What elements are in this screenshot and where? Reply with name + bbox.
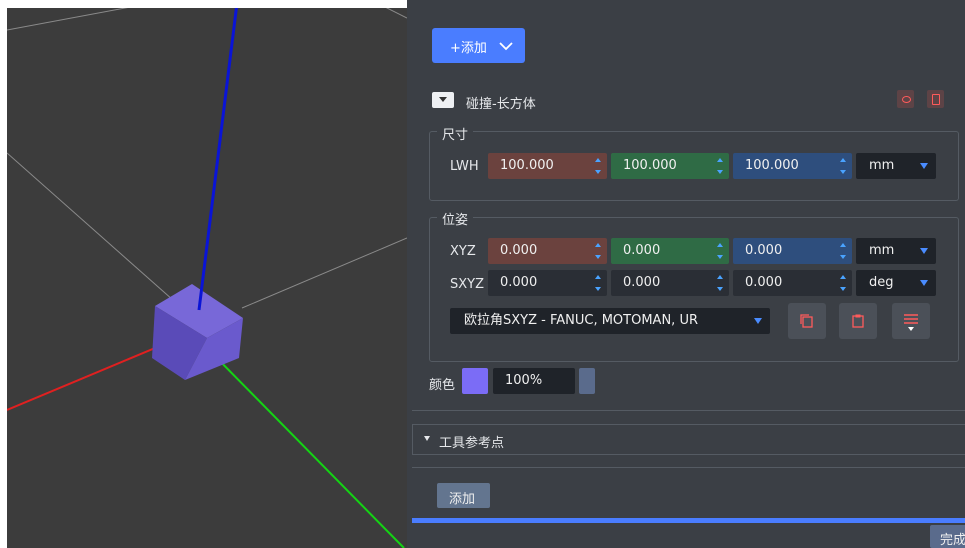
triangle-down-icon	[439, 97, 447, 102]
stepper-icon[interactable]	[840, 156, 848, 176]
trash-icon	[932, 94, 940, 105]
caret-down-icon	[920, 280, 928, 286]
rot-y-field[interactable]: 0.000	[733, 270, 852, 296]
rot-s-field[interactable]: 0.000	[488, 270, 607, 296]
stepper-icon[interactable]	[717, 156, 725, 176]
add-button-label: 添加	[449, 492, 476, 507]
height-field[interactable]: 100.000	[733, 153, 852, 179]
color-swatch[interactable]	[462, 368, 488, 394]
pos-y-field[interactable]: 0.000	[611, 238, 729, 264]
caret-down-icon	[920, 248, 928, 254]
size-group-label: 尺寸	[437, 124, 474, 143]
caret-down-icon	[920, 163, 928, 169]
pos-z-field[interactable]: 0.000	[733, 238, 852, 264]
stepper-icon[interactable]	[717, 273, 725, 293]
width-field[interactable]: 100.000	[611, 153, 729, 179]
delete-button[interactable]	[927, 90, 944, 108]
menu-icon	[904, 314, 918, 331]
collapse-toggle-collision[interactable]	[432, 92, 454, 108]
progress-bar	[412, 518, 965, 523]
add-button-label: +添加	[450, 41, 487, 56]
3d-viewport[interactable]	[7, 8, 407, 548]
done-button-label: 完成	[940, 533, 965, 548]
stepper-icon[interactable]	[717, 241, 725, 261]
euler-convention-select[interactable]: 欧拉角SXYZ - FANUC, MOTOMAN, UR	[450, 308, 770, 334]
more-menu-button[interactable]	[892, 303, 930, 339]
y-axis	[206, 347, 405, 548]
cube[interactable]	[152, 284, 243, 380]
triangle-down-icon	[424, 436, 430, 441]
panel-divider	[412, 410, 965, 411]
rotation-unit-select[interactable]: deg	[856, 270, 936, 296]
add-dropdown-button[interactable]: +添加	[432, 28, 525, 63]
scene-canvas[interactable]	[7, 8, 407, 548]
stepper-icon[interactable]	[595, 156, 603, 176]
opacity-stepper[interactable]	[579, 368, 595, 394]
stepper-icon[interactable]	[840, 273, 848, 293]
size-unit-select[interactable]: mm	[856, 153, 936, 179]
paste-button[interactable]	[839, 303, 877, 339]
tool-ref-section[interactable]: 工具参考点	[412, 424, 965, 455]
done-button[interactable]: 完成	[930, 525, 965, 548]
visibility-toggle-button[interactable]	[897, 90, 914, 108]
rot-x-field[interactable]: 0.000	[611, 270, 729, 296]
sxyz-label: SXYZ	[450, 277, 485, 292]
property-panel: +添加 碰撞-长方体 尺寸 LWH 100.000 100.000 100.00…	[407, 0, 965, 548]
xyz-label: XYZ	[450, 244, 476, 259]
clipboard-icon	[852, 314, 864, 328]
copy-button[interactable]	[788, 303, 826, 339]
x-axis	[7, 342, 168, 411]
section-title-tool-ref: 工具参考点	[439, 436, 505, 451]
ground-grid	[7, 8, 407, 309]
eye-icon	[902, 96, 911, 103]
pose-group-label: 位姿	[437, 209, 474, 228]
stepper-icon[interactable]	[840, 241, 848, 261]
pos-x-field[interactable]: 0.000	[488, 238, 607, 264]
copy-icon	[800, 314, 813, 328]
footer-area	[412, 467, 965, 548]
stepper-icon[interactable]	[595, 273, 603, 293]
caret-down-icon	[754, 318, 762, 324]
section-title-collision: 碰撞-长方体	[466, 97, 536, 112]
lwh-label: LWH	[450, 159, 479, 174]
position-unit-select[interactable]: mm	[856, 238, 936, 264]
color-label: 颜色	[429, 378, 456, 393]
length-field[interactable]: 100.000	[488, 153, 607, 179]
z-axis	[197, 8, 238, 311]
add-button[interactable]: 添加	[437, 483, 490, 508]
stepper-icon[interactable]	[595, 241, 603, 261]
chevron-down-icon	[499, 42, 513, 51]
opacity-input[interactable]: 100%	[493, 368, 575, 394]
